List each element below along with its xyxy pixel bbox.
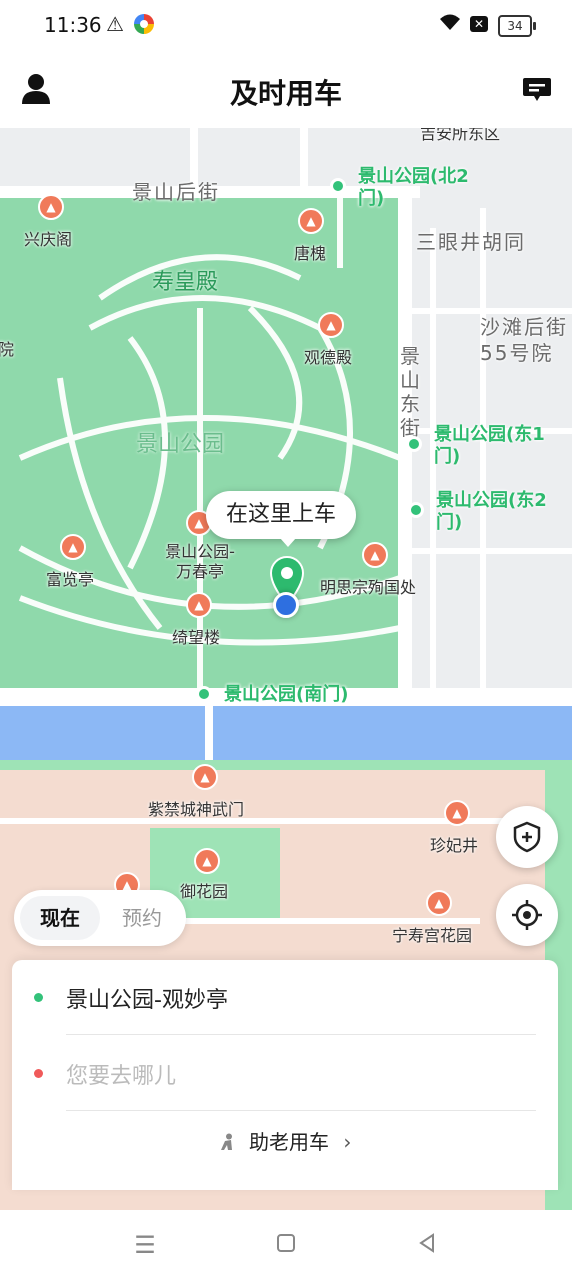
poi-label-zhenfeijing: 珍妃井 (430, 836, 479, 855)
page-title: 及时用车 (229, 77, 342, 110)
locate-button[interactable] (496, 884, 558, 946)
system-nav-bar: ☰ (0, 1210, 572, 1280)
tab-reserve[interactable]: 预约 (102, 896, 182, 940)
gate-marker[interactable] (408, 502, 424, 518)
crosshair-icon (512, 900, 542, 930)
gate-label-east1[interactable]: 景山公园(东1门) (434, 424, 564, 468)
menu-nav-icon[interactable]: ☰ (132, 1232, 158, 1258)
street-label-jingshan-dongjie: 景山东街 (400, 344, 422, 440)
gate-label-east2[interactable]: 景山公园(东2门) (436, 490, 566, 534)
poi-icon: ▲ (426, 890, 452, 916)
poi-icon: ▲ (186, 592, 212, 618)
gate-marker[interactable] (406, 436, 422, 452)
status-time: 11:36 (44, 13, 102, 37)
poi-label-yuhuayuan: 御花园 (180, 882, 229, 901)
gate-label-north2[interactable]: 景山公园(北2门) (358, 166, 488, 210)
poi-icon: ▲ (362, 542, 388, 568)
poi-icon: ▲ (192, 764, 218, 790)
tab-now[interactable]: 现在 (20, 896, 100, 940)
elder-person-icon (220, 1133, 232, 1150)
poi-label-ningshougong: 宁寿宫花园 (392, 926, 473, 945)
elder-assist-label: 助老用车 (249, 1130, 329, 1154)
poi-label-xingqingge: 兴庆阁 (24, 230, 73, 249)
street-label-jingshan-houjie: 景山后街 (132, 180, 220, 204)
poi-label-fulanting: 富览亭 (46, 570, 95, 589)
poi-label-shenwumen: 紫禁城神武门 (148, 800, 245, 819)
poi-label-mingsizong: 明思宗殉国处 (320, 578, 417, 597)
destination-dot-icon (34, 1069, 43, 1078)
street-label-sanyanjing: 三眼井胡同 (416, 230, 526, 254)
warning-icon: ⚠ (106, 12, 124, 36)
park-area-label: 景山公园 (136, 432, 225, 457)
poi-label-tanghuai: 唐槐 (294, 244, 327, 263)
park-label-shouhuangdian: 寿皇殿 (152, 270, 219, 295)
poi-label-wanchunting: 景山公园-万春亭 (165, 542, 235, 581)
elder-assist-link[interactable]: 助老用车 › (12, 1126, 558, 1155)
wifi-icon (438, 12, 462, 37)
route-card: 景山公园-观妙亭 您要去哪儿 助老用车 › (12, 960, 558, 1190)
poi-icon: ▲ (194, 848, 220, 874)
ride-mode-tabs: 现在 预约 (14, 890, 186, 946)
back-nav-icon[interactable] (414, 1232, 440, 1258)
current-location-dot (273, 592, 299, 618)
app-notification-icon (134, 14, 154, 34)
origin-text: 景山公园-观妙亭 (66, 988, 228, 1013)
origin-field[interactable]: 景山公园-观妙亭 (12, 960, 558, 1034)
map-label-partial-left: 院 (0, 340, 15, 359)
status-bar: 11:36 ⚠ ✕ 34 (0, 0, 572, 52)
poi-label-guandedian: 观德殿 (304, 348, 353, 367)
poi-icon: ▲ (318, 312, 344, 338)
divider (66, 1110, 536, 1111)
street-label-shatan-houjie: 沙滩后街55号院 (480, 315, 568, 365)
poi-icon: ▲ (298, 208, 324, 234)
gate-marker[interactable] (330, 178, 346, 194)
poi-label-yiwanglou: 绮望楼 (172, 628, 221, 647)
gate-label-south[interactable]: 景山公园(南门) (224, 684, 348, 706)
safety-button[interactable] (496, 806, 558, 868)
destination-placeholder: 您要去哪儿 (66, 1064, 177, 1089)
poi-icon: ▲ (38, 194, 64, 220)
app-header: 及时用车 (0, 52, 572, 128)
battery-icon: 34 (498, 15, 536, 37)
map-label-partial-top: 吉安所东区 (420, 128, 501, 143)
message-icon[interactable] (522, 76, 552, 104)
divider (66, 1034, 536, 1035)
home-nav-icon[interactable] (273, 1232, 299, 1258)
gate-marker[interactable] (196, 686, 212, 702)
pickup-bubble[interactable]: 在这里上车 (206, 491, 357, 547)
chevron-right-icon: › (343, 1130, 352, 1154)
shield-icon (513, 821, 541, 853)
no-sim-icon: ✕ (470, 16, 488, 32)
destination-field[interactable]: 您要去哪儿 (12, 1036, 558, 1110)
origin-dot-icon (34, 993, 43, 1002)
poi-icon: ▲ (444, 800, 470, 826)
poi-icon: ▲ (60, 534, 86, 560)
